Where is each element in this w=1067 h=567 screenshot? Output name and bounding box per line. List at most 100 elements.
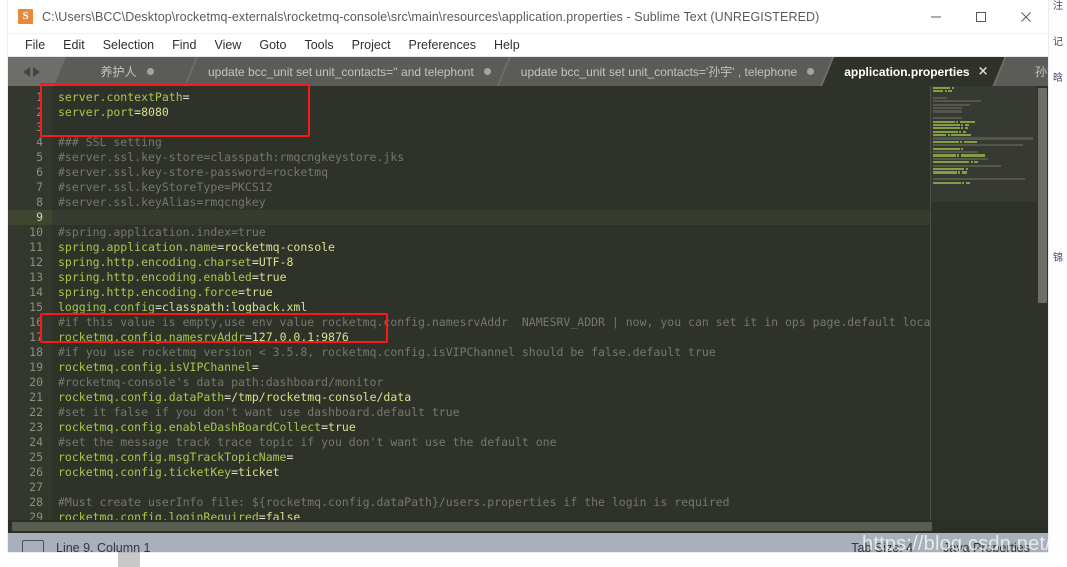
menu-item-tools[interactable]: Tools [295,37,342,53]
close-icon [1020,11,1031,22]
line-number: 9 [8,210,52,225]
tab-yanghuren[interactable]: 养护人 [54,57,196,86]
code-line[interactable]: #server.ssl.keyAlias=rmqcngkey [52,195,1048,210]
code-token: ### SSL setting [58,135,162,149]
code-line[interactable]: spring.http.encoding.charset=UTF-8 [52,255,1048,270]
close-button[interactable] [1003,1,1048,33]
menu-item-edit[interactable]: Edit [54,37,94,53]
code-token: UTF-8 [258,255,294,269]
background-glyph [1048,396,1067,432]
tab-close-icon[interactable]: × [978,65,989,78]
vertical-scrollbar[interactable] [1037,86,1048,533]
desktop-background: 注记晗 锦 S C:\Users\BCC\Desktop\rocketmq-ex… [0,0,1067,567]
horizontal-scrollbar-thumb[interactable] [12,522,932,531]
code-token: rocketmq.config.namesrvAddr [58,330,245,344]
sublime-app-icon: S [18,9,33,24]
minimap[interactable] [931,86,1037,533]
code-line[interactable] [52,210,1048,225]
menu-item-project[interactable]: Project [343,37,400,53]
code-line[interactable]: rocketmq.config.namesrvAddr=127.0.0.1:98… [52,330,1048,345]
line-number: 4 [36,135,43,149]
background-glyph [1048,360,1067,396]
code-token: rocketmq.config.ticketKey [58,465,232,479]
vertical-scrollbar-thumb[interactable] [1038,88,1047,303]
code-line[interactable]: #server.ssl.keyStoreType=PKCS12 [52,180,1048,195]
code-line[interactable]: rocketmq.config.isVIPChannel= [52,360,1048,375]
horizontal-scrollbar[interactable] [8,520,1048,533]
code-token: #if you use rocketmq version < 3.5.8, ro… [58,345,716,359]
tab-sql-query-2[interactable]: update bcc_unit set unit_contacts='孙宇' ,… [499,57,832,86]
tab-label: application.properties [844,64,970,79]
line-number: 15 [29,300,43,314]
code-line[interactable]: rocketmq.config.msgTrackTopicName= [52,450,1048,465]
line-number: 20 [29,375,43,389]
menu-item-help[interactable]: Help [485,37,529,53]
tab-nav-arrows[interactable] [8,57,54,86]
line-number: 26 [29,465,43,479]
line-number: 10 [29,225,43,239]
line-number: 17 [29,330,43,344]
code-line[interactable]: #if this value is empty,use env value ro… [52,315,1048,330]
tab-label: 养护人 [100,65,137,79]
line-number: 18 [29,345,43,359]
code-line[interactable]: #rocketmq-console's data path:dashboard/… [52,375,1048,390]
code-token: #server.ssl.keyStoreType=PKCS12 [58,180,273,194]
code-line[interactable] [52,120,1048,135]
code-token: = [244,330,252,344]
code-line[interactable]: #set it false if you don't want use dash… [52,405,1048,420]
code-line[interactable] [52,480,1048,495]
editor-area: 1 2 3 4 5 6 7 8 9 10 11 12 13 14 15 16 17 18 19 20 21 22 23 24 2… [8,86,1048,533]
code-line[interactable]: spring.application.name=rocketmq-console [52,240,1048,255]
code-line[interactable]: #server.ssl.key-store-password=rocketmq [52,165,1048,180]
tab-sql-query-1[interactable]: update bcc_unit set unit_contacts='' and… [186,57,509,86]
tab-prev-icon[interactable] [22,66,30,77]
menu-item-preferences[interactable]: Preferences [400,37,485,53]
line-number: 24 [29,435,43,449]
code-line[interactable]: server.port=8080 [52,105,1048,120]
code-line[interactable]: spring.http.encoding.force=true [52,285,1048,300]
code-line[interactable]: #if you use rocketmq version < 3.5.8, ro… [52,345,1048,360]
code-token: spring.http.encoding.charset [58,255,252,269]
code-token: ticket [238,465,280,479]
code-line[interactable]: ### SSL setting [52,135,1048,150]
line-number: 22 [29,405,43,419]
minimap-viewport[interactable] [931,86,1037,202]
background-glyph [1048,180,1067,216]
line-number-gutter: 1 2 3 4 5 6 7 8 9 10 11 12 13 14 15 16 17 18 19 20 21 22 23 24 2… [8,86,52,533]
code-line[interactable]: #Must create userInfo file: ${rocketmq.c… [52,495,1048,510]
sublime-text-window: S C:\Users\BCC\Desktop\rocketmq-external… [8,0,1048,552]
code-token: #set it false if you don't want use dash… [58,405,460,419]
line-number: 11 [29,240,43,254]
menu-item-goto[interactable]: Goto [250,37,295,53]
background-glyph [1048,288,1067,324]
title-bar: S C:\Users\BCC\Desktop\rocketmq-external… [8,0,1048,34]
code-line[interactable]: rocketmq.config.enableDashBoardCollect=t… [52,420,1048,435]
code-token: #spring.application.index=true [58,225,266,239]
tab-next-icon[interactable] [32,66,40,77]
tab-application-properties[interactable]: application.properties × [822,57,1004,86]
code-line[interactable]: logging.config=classpath:logback.xml [52,300,1048,315]
code-token: 127.0.0.1:9876 [251,330,349,344]
background-glyph [1048,108,1067,144]
menu-item-find[interactable]: Find [163,37,205,53]
code-line[interactable]: #spring.application.index=true [52,225,1048,240]
menu-item-selection[interactable]: Selection [94,37,163,53]
code-line[interactable]: #server.ssl.key-store=classpath:rmqcngke… [52,150,1048,165]
code-line[interactable]: spring.http.encoding.enabled=true [52,270,1048,285]
menu-item-view[interactable]: View [205,37,250,53]
code-content[interactable]: server.contextPath= server.port=8080 ### … [52,86,1048,533]
code-line[interactable]: #set the message track trace topic if yo… [52,435,1048,450]
code-token: = [182,90,190,104]
code-line[interactable]: server.contextPath= [52,90,1048,105]
code-token: rocketmq.config.dataPath [58,390,225,404]
tab-dirty-dot [147,68,154,75]
code-line[interactable]: rocketmq.config.ticketKey=ticket [52,465,1048,480]
maximize-button[interactable] [958,1,1003,33]
menu-item-file[interactable]: File [16,37,54,53]
watermark-text: https://blog.csdn.net/Mrkaizi [862,533,1067,555]
code-token: rocketmq-console [224,240,335,254]
code-line[interactable]: rocketmq.config.dataPath=/tmp/rocketmq-c… [52,390,1048,405]
code-token: = [286,450,294,464]
line-number: 13 [29,270,43,284]
minimize-button[interactable] [913,1,958,33]
